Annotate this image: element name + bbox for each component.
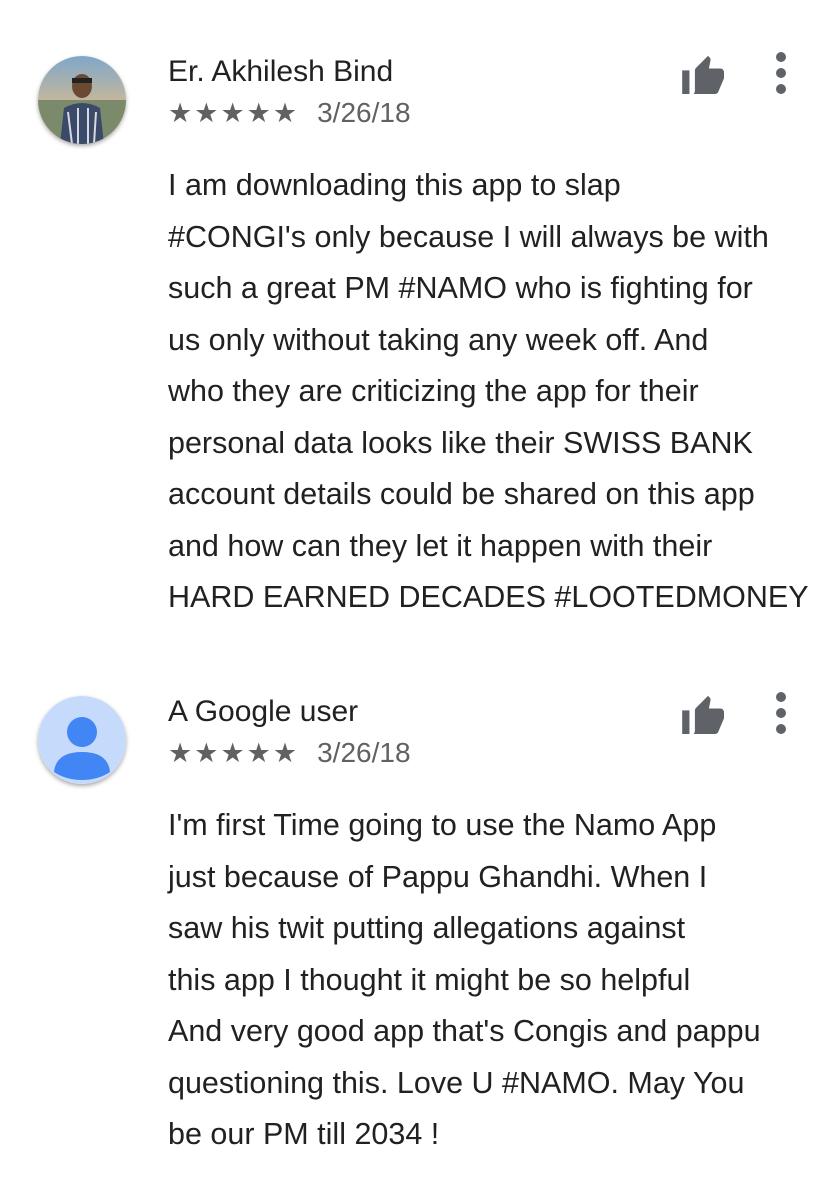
star-icon: ★	[168, 738, 193, 768]
review-date: 3/26/18	[317, 737, 411, 768]
review-text-line: I am downloading this app to slap	[168, 168, 621, 202]
review-author-name: A Google user	[168, 695, 359, 728]
review-text-line: and how can they let it happen with thei…	[168, 528, 713, 563]
review-text-line: HARD EARNED DECADES #LOOTEDMONEY	[168, 580, 809, 614]
review-text-line: this app I thought it might be so helpfu…	[168, 962, 691, 997]
review-text-line: questioning this. Love U #NAMO. May You	[168, 1065, 745, 1100]
review-text: I am downloading this app to slap #CONGI…	[168, 160, 818, 624]
review-text-line: account details could be shared on this …	[168, 477, 755, 511]
thumbs-up-icon	[682, 695, 724, 734]
review-text-line: who they are criticizing the app for the…	[168, 374, 699, 408]
review-text-line: And very good app that's Congis and papp…	[168, 1014, 761, 1048]
review-text-line: just because of Pappu Ghandhi. When I	[168, 859, 708, 894]
review-text-line: saw his twit putting allegations against	[168, 911, 686, 945]
star-icon: ★	[246, 738, 271, 768]
star-icon: ★	[246, 98, 271, 128]
more-vert-dot	[776, 84, 786, 94]
review-text-line: us only without taking any week off. And	[168, 322, 709, 357]
default-user-avatar-icon	[38, 696, 126, 784]
helpful-thumbs-up-button[interactable]	[682, 54, 726, 94]
avatar-photo-icon	[38, 56, 126, 144]
star-icon: ★	[220, 98, 245, 128]
review-text-line: #CONGI's only because I will always be w…	[168, 219, 769, 254]
review-text-line: personal data looks like their SWISS BAN…	[168, 425, 753, 460]
more-vert-dot	[776, 724, 786, 734]
default-user-avatar[interactable]	[38, 696, 126, 784]
helpful-thumbs-up-button[interactable]	[682, 694, 726, 734]
star-icon: ★	[220, 738, 245, 768]
star-icon: ★	[272, 738, 298, 768]
review-text-line: such a great PM #NAMO who is fighting fo…	[168, 271, 753, 305]
review-author-name: Er. Akhilesh Bind	[168, 55, 394, 88]
star-icon: ★	[194, 738, 219, 768]
more-vert-dot	[776, 68, 786, 78]
star-rating: ★ ★ ★ ★ ★	[168, 738, 297, 768]
review-text-line: be our PM till 2034 !	[168, 1117, 440, 1151]
review-text-line: I'm first Time going to use the Namo App	[168, 808, 717, 842]
star-icon: ★	[272, 98, 298, 128]
thumbs-up-icon	[682, 55, 724, 94]
rating-row: ★ ★ ★ ★ ★ 3/26/18	[168, 95, 411, 131]
star-rating: ★ ★ ★ ★ ★	[168, 98, 297, 128]
rating-row: ★ ★ ★ ★ ★ 3/26/18	[168, 735, 411, 771]
review-date: 3/26/18	[317, 97, 411, 128]
more-vert-dot	[776, 708, 786, 718]
user-photo-avatar[interactable]	[38, 56, 126, 144]
star-icon: ★	[194, 98, 219, 128]
review-menu-button[interactable]	[768, 50, 794, 96]
more-vert-icon	[776, 692, 786, 702]
review-text: I'm first Time going to use the Namo App…	[168, 800, 818, 1161]
star-icon: ★	[168, 98, 193, 128]
review-menu-button[interactable]	[768, 690, 794, 736]
more-vert-icon	[776, 52, 786, 62]
